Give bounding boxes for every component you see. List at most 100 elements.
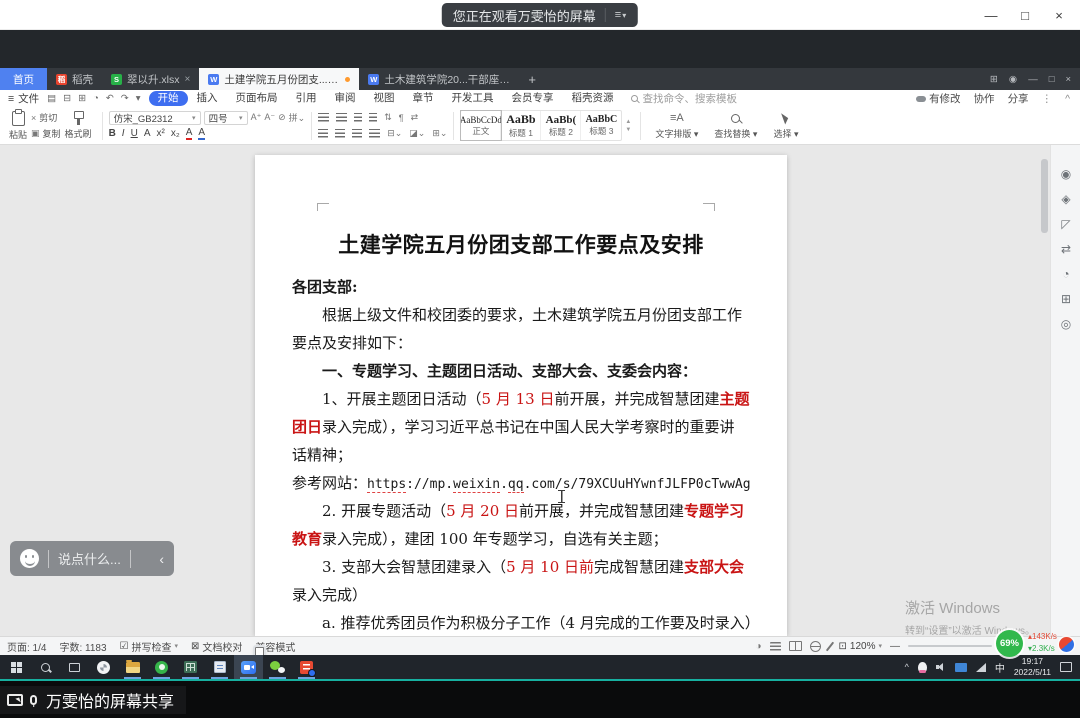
menu-tab-9[interactable]: 稻壳资源 <box>563 91 623 106</box>
print-icon[interactable]: ⊟ <box>63 93 71 104</box>
vertical-scrollbar[interactable] <box>1041 159 1048 233</box>
find-replace-button[interactable]: 查找替换 ▾ <box>706 111 765 140</box>
taskbar-app-task-view[interactable] <box>60 655 89 679</box>
wps-tab[interactable]: W土建学院五月份团支...2022-5(1) <box>199 68 359 90</box>
network-icon[interactable] <box>976 663 986 672</box>
volume-icon[interactable] <box>936 662 946 672</box>
side-tool-icon-6[interactable]: ◎ <box>1061 317 1071 331</box>
paste-button[interactable]: 粘贴 <box>5 111 31 141</box>
wps-tab[interactable]: S翠以升.xlsx× <box>102 68 199 90</box>
export-icon[interactable]: ⊞ <box>78 93 86 104</box>
italic-button[interactable]: I <box>122 128 125 139</box>
menu-tab-3[interactable]: 引用 <box>287 91 326 106</box>
document-page[interactable]: 土建学院五月份团支部工作要点及安排 各团支部: 根据上级文件和校团委的要求，土木… <box>255 155 787 636</box>
underline-button[interactable]: U <box>131 128 138 139</box>
zoom-control[interactable]: ⊡ 120% ▾ <box>839 641 882 652</box>
outline-view-button[interactable] <box>770 642 781 651</box>
style-card-1[interactable]: AaBb标题 1 <box>501 111 541 140</box>
new-tab-button[interactable]: + <box>519 68 545 90</box>
zoom-out-button[interactable]: — <box>890 641 900 652</box>
taskbar-app-start[interactable] <box>2 655 31 679</box>
side-tool-icon-3[interactable]: ⇄ <box>1061 242 1071 256</box>
align-right-button[interactable] <box>352 129 362 138</box>
fit-page-icon[interactable]: ⊡ <box>839 641 847 652</box>
side-tool-icon-4[interactable]: ◔ <box>1062 267 1069 281</box>
wps-tab[interactable]: 稻稻壳 <box>47 68 102 90</box>
bold-button[interactable]: B <box>109 128 116 139</box>
tray-expand-button[interactable]: ^ <box>905 662 909 672</box>
chat-input-placeholder[interactable]: 说点什么... <box>58 549 121 568</box>
file-menu[interactable]: ≡ 文件 <box>0 91 47 106</box>
style-gallery-arrows[interactable]: ▲▼ <box>622 119 634 133</box>
clear-format-button[interactable]: ⊘ <box>278 112 286 123</box>
decrease-font-button[interactable]: A⁻ <box>264 112 275 123</box>
increase-indent-button[interactable] <box>369 113 377 122</box>
close-button[interactable]: × <box>1042 8 1076 23</box>
font-color-button[interactable]: A <box>198 127 205 140</box>
redo-icon[interactable]: ↷ <box>121 93 129 104</box>
two-page-view-button[interactable] <box>789 641 802 651</box>
menu-tab-0[interactable]: 开始 <box>149 91 188 106</box>
select-button[interactable]: 选择 ▾ <box>765 111 806 140</box>
notification-center-icon[interactable] <box>1060 662 1072 672</box>
menu-tab-7[interactable]: 开发工具 <box>443 91 503 106</box>
side-tool-icon-1[interactable]: ◈ <box>1061 192 1070 206</box>
close-button[interactable]: × <box>1065 74 1071 85</box>
side-tool-icon-5[interactable]: ⊞ <box>1061 292 1071 306</box>
taskbar-app-search[interactable] <box>31 655 60 679</box>
wps-tab[interactable]: 首页 <box>0 68 47 90</box>
chat-collapse-button[interactable]: ‹ <box>159 551 164 567</box>
side-tool-icon-0[interactable]: ◉ <box>1061 167 1071 181</box>
strike-button[interactable]: A <box>144 128 151 139</box>
bullet-list-button[interactable] <box>318 113 329 122</box>
modified-status[interactable]: 有修改 <box>916 91 961 106</box>
highlight-color-button[interactable]: A <box>186 127 193 140</box>
cut-button[interactable]: ×剪切 <box>31 111 61 124</box>
menu-tab-2[interactable]: 页面布局 <box>227 91 287 106</box>
style-card-0[interactable]: AaBbCcDd正文 <box>461 111 501 140</box>
clock[interactable]: 19:17 2022/5/11 <box>1014 656 1051 678</box>
spell-check-toggle[interactable]: ☑拼写检查▾ <box>120 639 178 654</box>
style-card-3[interactable]: AaBbC标题 3 <box>581 111 621 140</box>
border-button[interactable]: ⊞⌄ <box>432 128 447 139</box>
maximize-button[interactable]: □ <box>1008 8 1042 23</box>
more-menu-icon[interactable]: ⋮ <box>1042 93 1053 105</box>
pilcrow-button[interactable]: ¶ <box>399 113 404 123</box>
text-layout-button[interactable]: ≡A文字排版 ▾ <box>647 111 706 140</box>
banner-menu-icon[interactable]: ≡▾ <box>615 9 627 21</box>
emoji-icon[interactable] <box>20 549 39 568</box>
chevron-down-icon[interactable]: ▾ <box>136 93 141 104</box>
taskbar-app-doc-app[interactable] <box>205 655 234 679</box>
wps-tab[interactable]: W土木建筑学院20...干部座谈会会议议程 <box>359 68 519 90</box>
format-painter-button[interactable]: 格式刷 <box>61 111 96 140</box>
wrap-button[interactable]: ⇄ <box>411 112 419 123</box>
accelerator-ball-icon[interactable] <box>1059 637 1074 652</box>
taskbar-app-app-red[interactable] <box>292 655 321 679</box>
number-list-button[interactable] <box>336 113 347 122</box>
minimize-button[interactable]: — <box>1028 74 1038 85</box>
line-spacing-button[interactable]: ⊟⌄ <box>387 128 402 139</box>
undo-icon[interactable]: ↶ <box>106 93 114 104</box>
ime-indicator[interactable]: 中 <box>995 660 1005 675</box>
menu-tab-5[interactable]: 视图 <box>365 91 404 106</box>
decrease-indent-button[interactable] <box>354 113 362 122</box>
subscript-button[interactable]: x₂ <box>171 128 180 139</box>
qq-icon[interactable] <box>918 662 927 673</box>
taskbar-app-app-green[interactable] <box>147 655 176 679</box>
menu-tab-8[interactable]: 会员专享 <box>503 91 563 106</box>
minimize-button[interactable]: — <box>974 8 1008 23</box>
web-view-button[interactable] <box>810 641 821 652</box>
tab-close-icon[interactable]: × <box>185 74 191 85</box>
taskbar-app-file-explorer[interactable] <box>118 655 147 679</box>
display-icon[interactable] <box>955 663 967 672</box>
layout-icon[interactable]: ⊞ <box>990 74 998 85</box>
align-center-button[interactable] <box>335 129 345 138</box>
pinyin-button[interactable]: 拼⌄ <box>289 111 306 124</box>
command-search[interactable]: 查找命令、搜索模板 <box>631 91 738 106</box>
battery-ball-widget[interactable]: 69% <box>996 630 1023 657</box>
save-icon[interactable]: ▤ <box>47 93 56 104</box>
style-card-2[interactable]: AaBb(标题 2 <box>541 111 581 140</box>
restore-button[interactable]: □ <box>1049 74 1055 85</box>
taskbar-app-wechat[interactable] <box>263 655 292 679</box>
menu-tab-4[interactable]: 审阅 <box>326 91 365 106</box>
